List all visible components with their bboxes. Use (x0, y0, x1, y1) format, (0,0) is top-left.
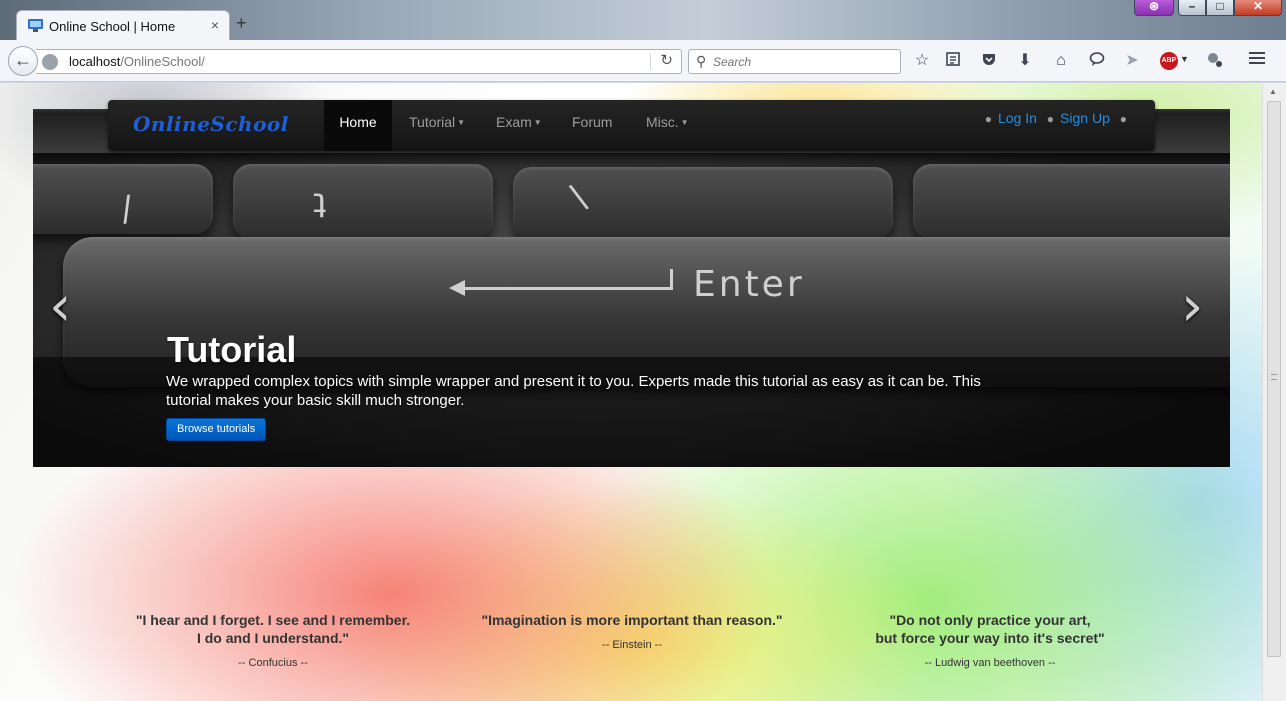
enter-key-label: Enter (693, 264, 805, 305)
site-logo[interactable]: OnlineSchool (133, 112, 289, 136)
adblock-plus-icon[interactable]: ABP (1160, 52, 1178, 70)
carousel-title: Tutorial (167, 329, 297, 370)
menu-hamburger-icon[interactable] (1246, 51, 1268, 71)
quote-text: "Imagination is more important than reas… (481, 612, 783, 628)
chat-icon[interactable] (1086, 51, 1108, 71)
tab-title: Online School | Home (49, 19, 176, 34)
hero-carousel: / ʇ \ Enter Tutorial We wrapped complex … (33, 109, 1230, 467)
download-icon[interactable]: ⬇ (1014, 51, 1036, 71)
quote-author: -- Confucius -- (238, 657, 308, 669)
keyboard-key (913, 164, 1230, 239)
back-arrow-icon[interactable]: ← (8, 46, 38, 76)
tab-close-icon[interactable]: × (211, 17, 219, 33)
keyboard-key (233, 164, 493, 239)
chevron-down-icon[interactable]: ▼ (1180, 54, 1189, 64)
browser-tab-active[interactable]: Online School | Home × (16, 10, 230, 41)
home-icon[interactable]: ⌂ (1050, 51, 1072, 71)
window-maximize-button[interactable]: □ (1206, 0, 1234, 16)
url-bar[interactable]: localhost/OnlineSchool/ ↻ (36, 49, 682, 74)
site-navbar: OnlineSchool Home Tutorial ▼ Exam ▼ Forum … (108, 100, 1155, 151)
private-mask-icon: ⊛ (1134, 0, 1174, 16)
browser-toolbar: localhost/OnlineSchool/ ↻ ← ⚲ ☆ ⬇ ⌂ ➤ AB… (0, 40, 1286, 82)
account-links: ● Log In ● Sign Up ● (984, 110, 1127, 126)
enter-arrow-icon (449, 269, 673, 296)
scroll-up-icon[interactable]: ▲ (1269, 87, 1277, 96)
nav-misc-dropdown[interactable]: Misc. ▼ (646, 100, 689, 151)
login-link[interactable]: Log In (998, 110, 1037, 126)
send-icon[interactable]: ➤ (1121, 51, 1143, 71)
carousel-description: We wrapped complex topics with simple wr… (166, 373, 981, 409)
scrollbar-thumb[interactable] (1267, 101, 1281, 657)
quote-block: "Do not only practice your art, but force… (810, 611, 1170, 669)
pocket-icon[interactable] (978, 51, 1000, 71)
search-icon: ⚲ (696, 53, 707, 69)
new-tab-button[interactable]: + (236, 14, 247, 32)
globe-icon (42, 54, 58, 70)
quote-author: -- Ludwig van beethoven -- (924, 657, 1056, 669)
url-divider (650, 54, 651, 70)
extension-icon[interactable] (1204, 51, 1226, 71)
monitor-favicon-icon (28, 19, 43, 32)
carousel-next-icon[interactable]: › (1181, 279, 1203, 335)
vertical-scrollbar[interactable]: ▲ (1262, 83, 1286, 701)
quote-text: "Do not only practice your art, but force… (875, 612, 1105, 646)
reload-icon[interactable]: ↻ (660, 51, 673, 69)
url-text[interactable]: localhost/OnlineSchool/ (69, 54, 205, 69)
nav-tutorial-dropdown[interactable]: Tutorial ▼ (409, 100, 465, 151)
browser-titlebar: Online School | Home × + ⊛ – □ ✕ (0, 0, 1286, 41)
carousel-prev-icon[interactable]: ‹ (49, 279, 71, 335)
quote-block: "Imagination is more important than reas… (452, 611, 812, 651)
quote-block: "I hear and I forget. I see and I rememb… (93, 611, 453, 669)
page-viewport: / ʇ \ Enter Tutorial We wrapped complex … (0, 83, 1262, 701)
reading-list-icon[interactable] (942, 51, 964, 71)
caret-down-icon: ▼ (533, 118, 542, 127)
nav-exam-dropdown[interactable]: Exam ▼ (496, 100, 542, 151)
window-close-button[interactable]: ✕ (1234, 0, 1282, 16)
quote-author: -- Einstein -- (602, 639, 662, 651)
browse-tutorials-button[interactable]: Browse tutorials (166, 418, 267, 441)
caret-down-icon: ▼ (457, 118, 466, 127)
caret-down-icon: ▼ (680, 118, 689, 127)
keyboard-key: ʇ (313, 181, 327, 221)
nav-home[interactable]: Home (324, 100, 392, 151)
quote-text: "I hear and I forget. I see and I rememb… (135, 612, 411, 646)
search-box[interactable]: ⚲ (688, 49, 901, 74)
nav-forum[interactable]: Forum (572, 100, 612, 151)
window-minimize-button[interactable]: – (1178, 0, 1206, 16)
search-input[interactable] (713, 52, 893, 71)
bookmark-star-icon[interactable]: ☆ (911, 51, 933, 71)
signup-link[interactable]: Sign Up (1060, 110, 1110, 126)
